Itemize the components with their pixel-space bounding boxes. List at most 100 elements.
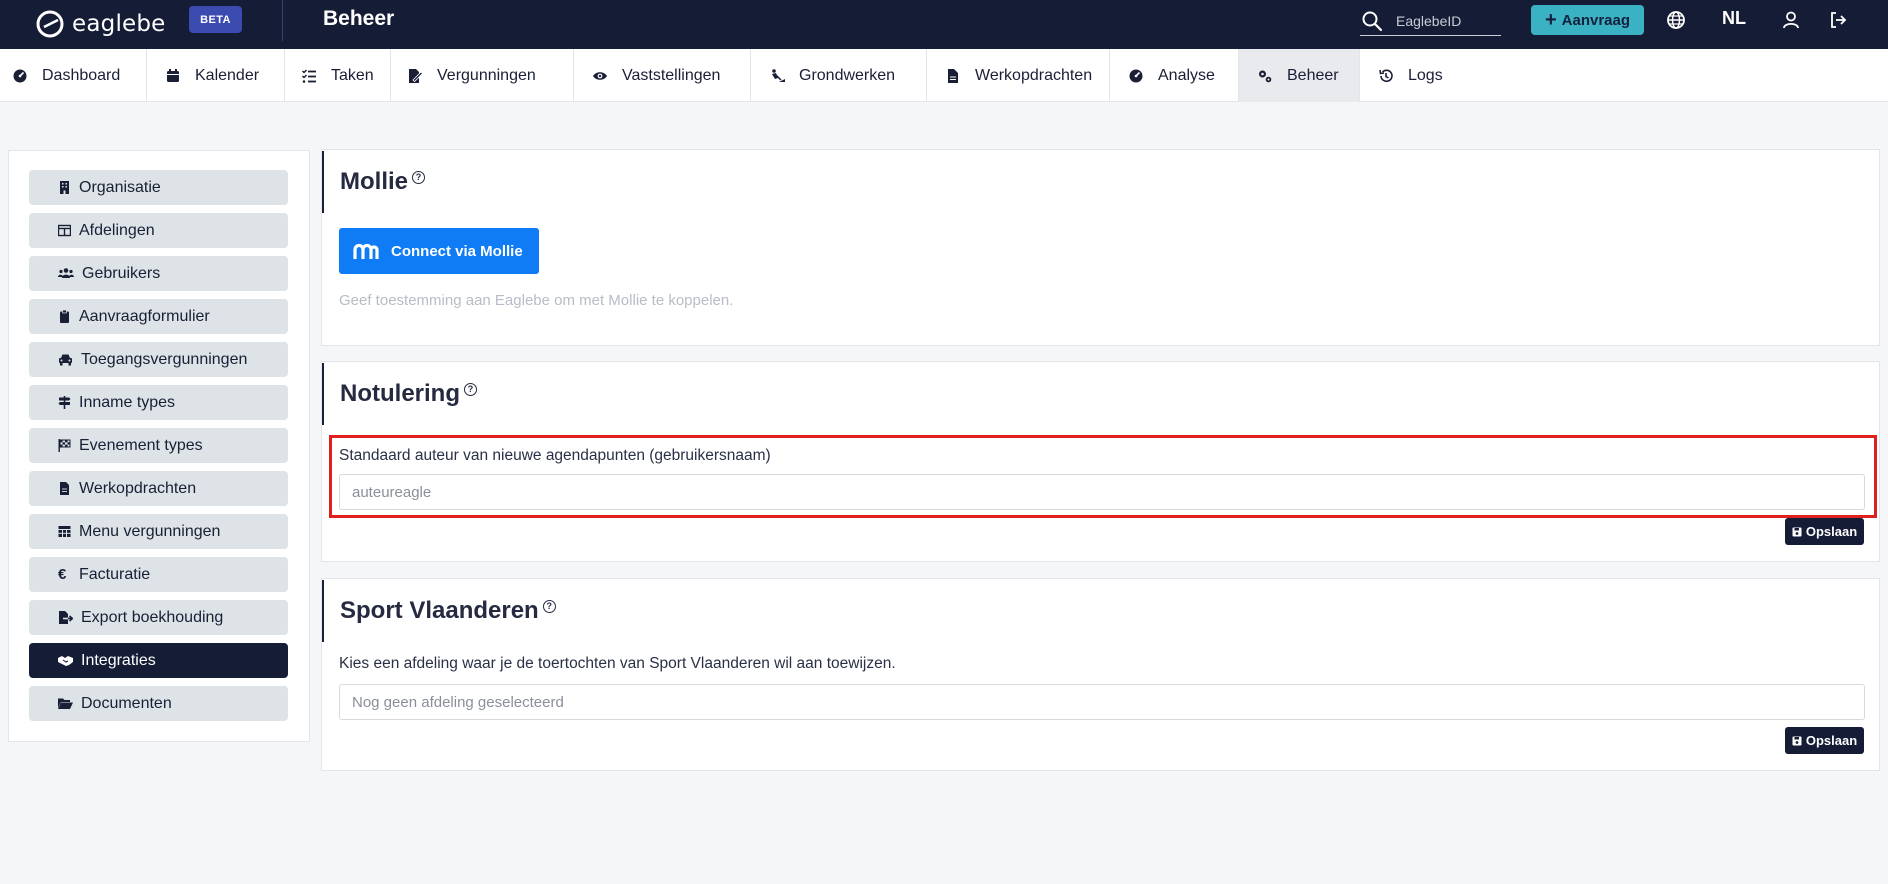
digging-icon — [772, 68, 785, 82]
sidebar-item-label: Organisatie — [79, 178, 161, 196]
folder-open-icon — [58, 698, 73, 709]
sidebar-item-inname-types[interactable]: Inname types — [29, 385, 288, 420]
nav-taken[interactable]: Taken — [285, 49, 391, 102]
sidebar-item-toegangsvergunningen[interactable]: Toegangsvergunningen — [29, 342, 288, 377]
connect-mollie-button[interactable]: Connect via Mollie — [339, 228, 539, 274]
top-bar: eaglebe BETA Beheer EaglebeID + Aanvraag… — [0, 0, 1888, 49]
clipboard-icon — [60, 310, 69, 323]
file-export-icon — [59, 611, 73, 624]
sidebar-item-facturatie[interactable]: € Facturatie — [29, 557, 288, 592]
sidebar-item-werkopdrachten[interactable]: Werkopdrachten — [29, 471, 288, 506]
sidebar-item-documenten[interactable]: Documenten — [29, 686, 288, 721]
eaglebe-logo-icon — [36, 10, 64, 38]
sidebar-item-label: Toegangsvergunningen — [81, 350, 248, 368]
card-title-text: Mollie — [340, 168, 409, 195]
handshake-icon — [58, 656, 73, 666]
save-label: Opslaan — [1805, 733, 1858, 748]
sidebar-item-evenement-types[interactable]: Evenement types — [29, 428, 288, 463]
sidebar-item-afdelingen[interactable]: Afdelingen — [29, 213, 288, 248]
mollie-title: Mollie ? — [322, 151, 426, 213]
logout-icon[interactable] — [1826, 8, 1850, 32]
globe-icon[interactable] — [1664, 8, 1688, 32]
mollie-card: Mollie ? Connect via Mollie Geef toestem… — [321, 149, 1880, 346]
help-icon[interactable]: ? — [464, 382, 477, 396]
language-selector[interactable]: NL — [1722, 8, 1746, 29]
table-icon — [58, 224, 71, 237]
beta-badge: BETA — [189, 6, 242, 33]
nav-label: Vaststellingen — [622, 66, 721, 84]
nav-label: Grondwerken — [799, 66, 896, 84]
sidebar-item-label: Aanvraagformulier — [79, 307, 210, 325]
mollie-logo-icon — [353, 243, 379, 259]
nav-label: Dashboard — [42, 66, 121, 84]
save-button[interactable]: Opslaan — [1785, 727, 1864, 754]
flag-checkered-icon — [58, 439, 71, 452]
nav-grondwerken[interactable]: Grondwerken — [751, 49, 927, 102]
nav-werkopdrachten[interactable]: Werkopdrachten — [927, 49, 1110, 102]
sidebar-item-organisatie[interactable]: Organisatie — [29, 170, 288, 205]
nav-analyse[interactable]: Analyse — [1110, 49, 1239, 102]
brand-logo[interactable]: eaglebe — [36, 8, 166, 40]
help-icon[interactable]: ? — [412, 170, 426, 184]
sidebar-item-gebruikers[interactable]: Gebruikers — [29, 256, 288, 291]
new-request-button[interactable]: + Aanvraag — [1531, 5, 1644, 35]
search-input[interactable]: EaglebeID — [1396, 13, 1461, 29]
sidebar-item-label: Menu vergunningen — [79, 522, 221, 540]
sidebar-item-aanvraagformulier[interactable]: Aanvraagformulier — [29, 299, 288, 334]
sidebar-item-integraties[interactable]: Integraties — [29, 643, 288, 678]
highlight-box — [329, 435, 1877, 518]
file-icon — [60, 482, 69, 495]
nav-dashboard[interactable]: Dashboard — [0, 49, 147, 102]
nav-beheer[interactable]: Beheer — [1239, 49, 1360, 102]
page-title: Beheer — [323, 7, 395, 30]
sidebar-item-label: Integraties — [81, 651, 156, 669]
connect-mollie-label: Connect via Mollie — [391, 242, 523, 260]
sidebar-item-label: Export boekhouding — [81, 608, 224, 626]
save-button[interactable]: Opslaan — [1785, 518, 1864, 545]
cogs-icon — [1259, 70, 1272, 82]
card-title-text: Notulering — [340, 380, 460, 407]
user-icon[interactable] — [1779, 8, 1803, 32]
settings-sidebar: Organisatie Afdelingen Gebruikers Aanvra… — [8, 150, 310, 742]
grid-icon — [58, 526, 71, 537]
card-title-text: Sport Vlaanderen — [340, 597, 539, 624]
nav-label: Kalender — [195, 66, 260, 84]
euro-icon: € — [58, 566, 67, 583]
nav-label: Beheer — [1287, 66, 1339, 84]
nav-label: Taken — [331, 66, 374, 84]
search-icon — [1362, 11, 1383, 31]
gauge-icon — [13, 69, 27, 82]
topbar-divider — [282, 0, 283, 41]
nav-label: Logs — [1408, 66, 1443, 84]
sidebar-item-label: Gebruikers — [82, 264, 161, 282]
signs-icon — [58, 396, 71, 409]
sidebar-item-export-boekhouding[interactable]: Export boekhouding — [29, 600, 288, 635]
calendar-icon — [167, 68, 179, 82]
nav-logs[interactable]: Logs — [1360, 49, 1470, 102]
sidebar-item-label: Evenement types — [79, 436, 203, 454]
car-icon — [59, 354, 72, 366]
sidebar-item-menu-vergunningen[interactable]: Menu vergunningen — [29, 514, 288, 549]
file-signature-icon — [409, 68, 423, 83]
nav-vergunningen[interactable]: Vergunningen — [391, 49, 574, 102]
users-icon — [58, 268, 74, 278]
eaglebe-id-search[interactable]: EaglebeID — [1360, 6, 1501, 36]
sport-vlaanderen-card: Sport Vlaanderen ? Kies een afdeling waa… — [321, 578, 1880, 771]
save-icon — [1792, 736, 1802, 745]
save-label: Opslaan — [1805, 524, 1858, 539]
building-icon — [60, 181, 69, 194]
sidebar-item-label: Documenten — [81, 694, 172, 712]
nav-kalender[interactable]: Kalender — [147, 49, 285, 102]
nav-vaststellingen[interactable]: Vaststellingen — [574, 49, 751, 102]
sidebar-item-label: Facturatie — [79, 565, 151, 583]
sidebar-item-label: Afdelingen — [79, 221, 155, 239]
help-icon[interactable]: ? — [542, 599, 556, 613]
notulering-title: Notulering ? — [322, 363, 477, 425]
plus-icon: + — [1544, 9, 1557, 31]
sidebar-item-label: Inname types — [79, 393, 176, 411]
file-icon — [948, 68, 958, 83]
nav-label: Analyse — [1158, 66, 1215, 84]
department-select[interactable]: Nog geen afdeling geselecteerd — [339, 684, 1865, 720]
department-description: Kies een afdeling waar je de toertochten… — [339, 655, 896, 672]
new-request-label: Aanvraag — [1561, 11, 1631, 29]
